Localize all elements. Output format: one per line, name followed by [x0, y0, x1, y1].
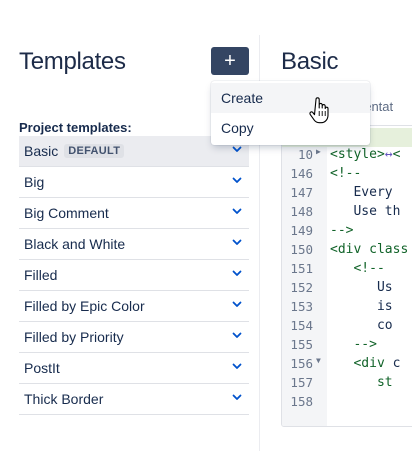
- code-text: <div c: [353, 356, 401, 371]
- template-item-label: Basic: [24, 143, 59, 159]
- code-text: Use th: [330, 204, 401, 219]
- template-item-label: Big Comment: [24, 205, 109, 221]
- code-text: is: [330, 299, 393, 314]
- fold-down-icon[interactable]: ▼: [316, 356, 321, 365]
- plus-icon: +: [224, 50, 236, 72]
- right-panel-title: Basic: [281, 48, 339, 75]
- code-text: Us: [330, 280, 393, 295]
- line-number: 147: [290, 185, 313, 200]
- code-text: -->: [330, 337, 377, 352]
- template-item-label: Filled by Epic Color: [24, 298, 145, 314]
- left-panel-title: Templates: [19, 48, 126, 75]
- hand-pointer-cursor-icon: [309, 97, 329, 124]
- line-number: 152: [290, 280, 313, 295]
- code-line: 155 -->: [282, 337, 412, 356]
- line-number: 146: [290, 166, 313, 181]
- default-badge: DEFAULT: [64, 144, 125, 158]
- code-text: <div class: [330, 242, 409, 257]
- code-line: 156 ▼ <div c: [282, 356, 412, 375]
- template-item-label: Thick Border: [24, 391, 104, 407]
- code-line: 157 st: [282, 375, 412, 394]
- chevron-down-icon[interactable]: [231, 174, 243, 186]
- chevron-down-icon[interactable]: [231, 205, 243, 217]
- code-text: <style>↔<: [330, 147, 401, 162]
- code-editor[interactable]: Add y10▶<style>↔<146<!--147 Every148 Use…: [281, 125, 412, 427]
- code-line: 10 ▶ <style>↔<: [282, 147, 412, 166]
- dropdown-item-copy[interactable]: Copy: [211, 113, 370, 143]
- code-line: 152 Us: [282, 280, 412, 299]
- add-template-button[interactable]: +: [211, 47, 249, 75]
- template-list: Basic DEFAULT Big Big Comment Black and Whit…: [19, 136, 249, 415]
- line-number: 150: [290, 242, 313, 257]
- code-text: Every: [330, 185, 393, 200]
- code-text: <!--: [330, 261, 385, 276]
- line-number: 151: [290, 261, 313, 276]
- code-line: 150 <div class: [282, 242, 412, 261]
- code-line: 153 is: [282, 299, 412, 318]
- code-line: 149 -->: [282, 223, 412, 242]
- code-text: st: [376, 375, 393, 390]
- template-item[interactable]: Black and White: [19, 229, 249, 260]
- template-item[interactable]: PostIt: [19, 353, 249, 384]
- line-number: 156: [290, 356, 313, 371]
- line-number: 148: [290, 204, 313, 219]
- template-item-label: Big: [24, 174, 45, 190]
- template-item-label: Black and White: [24, 236, 126, 252]
- code-line: 146 <!--: [282, 166, 412, 185]
- code-line: 148 Use th: [282, 204, 412, 223]
- template-item[interactable]: Filled by Epic Color: [19, 291, 249, 322]
- code-text: co: [330, 318, 393, 333]
- code-line: 147 Every: [282, 185, 412, 204]
- line-number: 158: [290, 394, 313, 409]
- code-text: -->: [330, 223, 354, 238]
- line-number: 10: [297, 147, 313, 162]
- chevron-down-icon[interactable]: [231, 236, 243, 248]
- add-dropdown-menu: Create Copy: [211, 81, 370, 145]
- chevron-down-icon[interactable]: [231, 267, 243, 279]
- line-number: 154: [290, 318, 313, 333]
- chevron-down-icon[interactable]: [231, 391, 243, 403]
- line-number: 155: [290, 337, 313, 352]
- code-line: 154 co: [282, 318, 412, 337]
- template-item-label: Filled: [24, 267, 58, 283]
- template-item[interactable]: Filled by Priority: [19, 322, 249, 353]
- fold-right-icon[interactable]: ▶: [316, 147, 321, 156]
- dropdown-item-create[interactable]: Create: [211, 83, 370, 113]
- chevron-down-icon[interactable]: [231, 298, 243, 310]
- code-text: <!--: [330, 166, 362, 181]
- template-item[interactable]: Big Comment: [19, 198, 249, 229]
- template-item-label: PostIt: [24, 360, 60, 376]
- template-item[interactable]: Thick Border: [19, 384, 249, 415]
- chevron-down-icon[interactable]: [231, 329, 243, 341]
- line-number: 153: [290, 299, 313, 314]
- line-number: 157: [290, 375, 313, 390]
- code-line: 151 <!--: [282, 261, 412, 280]
- chevron-down-icon[interactable]: [231, 360, 243, 372]
- template-item[interactable]: Filled: [19, 260, 249, 291]
- project-templates-label: Project templates:: [19, 120, 132, 135]
- template-item[interactable]: Big: [19, 167, 249, 198]
- template-item-label: Filled by Priority: [24, 329, 124, 345]
- code-line: 158: [282, 394, 412, 413]
- line-number: 149: [290, 223, 313, 238]
